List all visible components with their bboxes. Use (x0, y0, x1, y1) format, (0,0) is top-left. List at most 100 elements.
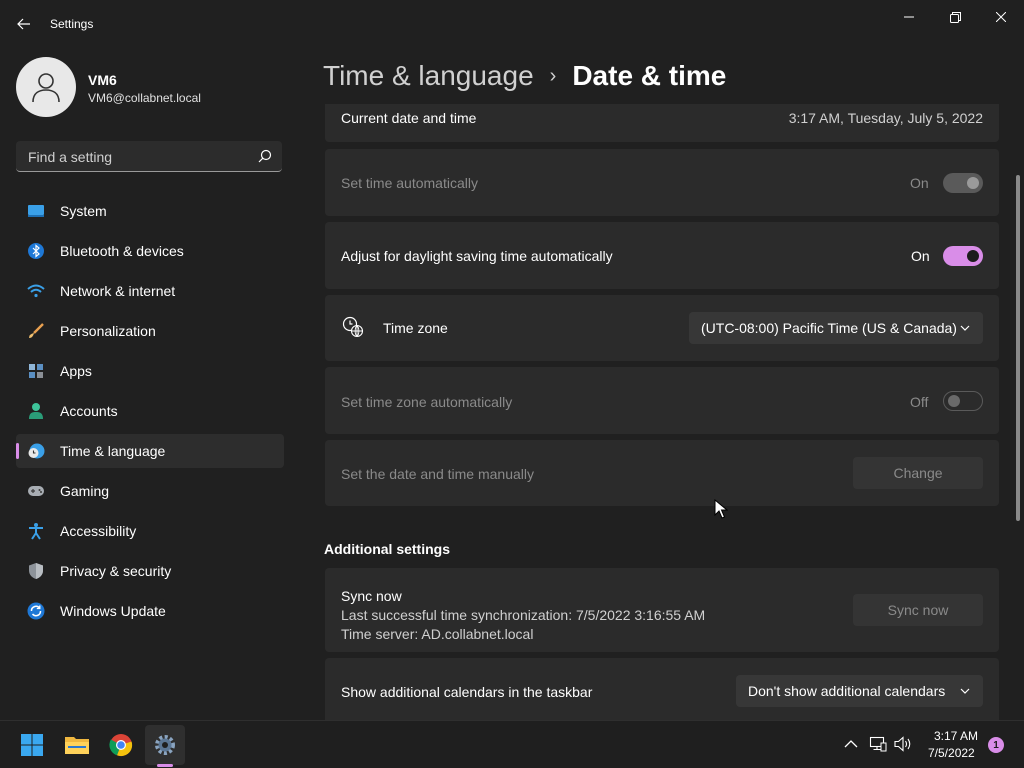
time-zone-label: Time zone (383, 320, 448, 336)
sidebar-item-label: Personalization (60, 323, 156, 339)
sidebar-item-bluetooth[interactable]: Bluetooth & devices (16, 234, 284, 268)
sidebar-item-label: Bluetooth & devices (60, 243, 184, 259)
search-icon[interactable] (258, 149, 272, 163)
accessibility-icon (27, 522, 45, 540)
clock-globe-icon (27, 442, 45, 460)
card-sync-now: Sync now Last successful time synchroniz… (325, 568, 999, 652)
bluetooth-icon (27, 242, 45, 260)
change-button[interactable]: Change (853, 457, 983, 489)
taskbar-time[interactable]: 3:17 AM (934, 729, 978, 743)
taskbar: 3:17 AM 7/5/2022 1 (0, 720, 1024, 768)
brush-icon (27, 322, 45, 340)
set-time-auto-toggle[interactable] (943, 173, 983, 193)
sidebar-item-system[interactable]: System (16, 194, 284, 228)
card-additional-calendars: Show additional calendars in the taskbar… (325, 658, 999, 720)
sidebar-item-label: System (60, 203, 107, 219)
sidebar-item-apps[interactable]: Apps (16, 354, 284, 388)
notification-badge[interactable]: 1 (988, 737, 1004, 753)
set-tz-auto-toggle[interactable] (943, 391, 983, 411)
sync-title: Sync now (341, 588, 402, 604)
avatar[interactable] (16, 57, 76, 117)
set-tz-auto-state: Off (910, 394, 929, 410)
sidebar-item-accounts[interactable]: Accounts (16, 394, 284, 428)
sidebar-item-network[interactable]: Network & internet (16, 274, 284, 308)
sidebar-item-label: Gaming (60, 483, 110, 499)
chrome-button[interactable] (101, 725, 141, 765)
gear-icon (155, 735, 175, 755)
breadcrumb: Time & language › Date & time (323, 58, 726, 94)
maximize-button[interactable] (932, 6, 978, 28)
sidebar-item-label: Apps (60, 363, 92, 379)
card-daylight-saving: Adjust for daylight saving time automati… (325, 222, 999, 289)
user-name: VM6 (88, 72, 117, 88)
chrome-icon (109, 734, 133, 757)
timezone-globe-icon (342, 316, 364, 338)
apps-icon (27, 362, 45, 380)
sidebar-item-label: Network & internet (60, 283, 176, 299)
title-bar: Settings (0, 0, 1024, 48)
current-date-time-value: 3:17 AM, Tuesday, July 5, 2022 (788, 110, 983, 126)
search-box[interactable] (16, 141, 282, 172)
sidebar-item-privacy[interactable]: Privacy & security (16, 554, 284, 588)
time-zone-dropdown[interactable]: (UTC-08:00) Pacific Time (US & Canada) (689, 312, 983, 344)
chevron-up-icon (844, 740, 858, 748)
card-time-zone: Time zone (UTC-08:00) Pacific Time (US &… (325, 295, 999, 361)
time-zone-value: (UTC-08:00) Pacific Time (US & Canada) (701, 320, 957, 336)
calendars-label: Show additional calendars in the taskbar (341, 684, 593, 700)
dst-toggle[interactable] (943, 246, 983, 266)
start-button[interactable] (12, 725, 52, 765)
app-title: Settings (50, 17, 94, 31)
calendars-dropdown[interactable]: Don't show additional calendars (736, 675, 983, 707)
sidebar-nav: System Bluetooth & devices Network & int… (16, 194, 284, 634)
taskbar-date[interactable]: 7/5/2022 (928, 746, 975, 760)
network-tray-button[interactable] (869, 735, 887, 753)
user-profile[interactable]: VM6 VM6@collabnet.local (16, 57, 286, 117)
active-app-indicator (157, 764, 173, 767)
card-set-time-zone-automatically: Set time zone automatically Off (325, 367, 999, 434)
close-button[interactable] (978, 6, 1024, 28)
sync-now-button[interactable]: Sync now (853, 594, 983, 626)
set-time-auto-label: Set time automatically (341, 175, 478, 191)
maximize-icon (949, 11, 961, 23)
back-button[interactable] (10, 10, 38, 38)
volume-icon (894, 736, 911, 752)
shield-icon (27, 562, 45, 580)
sidebar-item-label: Windows Update (60, 603, 166, 619)
arrow-left-icon (17, 18, 30, 30)
sidebar-item-time-language[interactable]: Time & language (16, 434, 284, 468)
breadcrumb-parent[interactable]: Time & language (323, 60, 534, 92)
sidebar-item-windows-update[interactable]: Windows Update (16, 594, 284, 628)
volume-tray-button[interactable] (894, 735, 912, 753)
toggle-knob (967, 177, 979, 189)
card-current-date-time: Current date and time 3:17 AM, Tuesday, … (325, 104, 999, 142)
chevron-down-icon (960, 325, 970, 331)
search-input[interactable] (26, 146, 250, 168)
page-title: Date & time (572, 60, 727, 91)
sidebar-item-personalization[interactable]: Personalization (16, 314, 284, 348)
settings-content[interactable]: Current date and time 3:17 AM, Tuesday, … (323, 104, 1001, 720)
accounts-icon (27, 402, 45, 420)
user-email: VM6@collabnet.local (88, 91, 201, 105)
person-icon (32, 73, 60, 103)
update-icon (27, 602, 45, 620)
mouse-cursor-icon (714, 499, 728, 519)
set-tz-auto-label: Set time zone automatically (341, 394, 513, 410)
monitor-icon (27, 202, 45, 220)
show-hidden-icons-button[interactable] (842, 735, 860, 753)
sidebar-item-gaming[interactable]: Gaming (16, 474, 284, 508)
minimize-button[interactable] (886, 6, 932, 28)
settings-taskbar-button[interactable] (145, 725, 185, 765)
file-explorer-button[interactable] (57, 725, 97, 765)
dst-label: Adjust for daylight saving time automati… (341, 248, 613, 264)
sidebar-item-accessibility[interactable]: Accessibility (16, 514, 284, 548)
set-time-auto-state: On (910, 175, 929, 191)
toggle-knob (948, 395, 960, 407)
additional-settings-heading: Additional settings (324, 541, 450, 557)
sidebar-item-label: Privacy & security (60, 563, 172, 579)
card-set-date-time-manually: Set the date and time manually Change (325, 440, 999, 506)
last-sync-text: Last successful time synchronization: 7/… (341, 607, 706, 623)
scrollbar[interactable] (1016, 175, 1020, 521)
gamepad-icon (27, 482, 45, 500)
chevron-right-icon: › (549, 64, 557, 87)
chevron-down-icon (960, 688, 970, 694)
